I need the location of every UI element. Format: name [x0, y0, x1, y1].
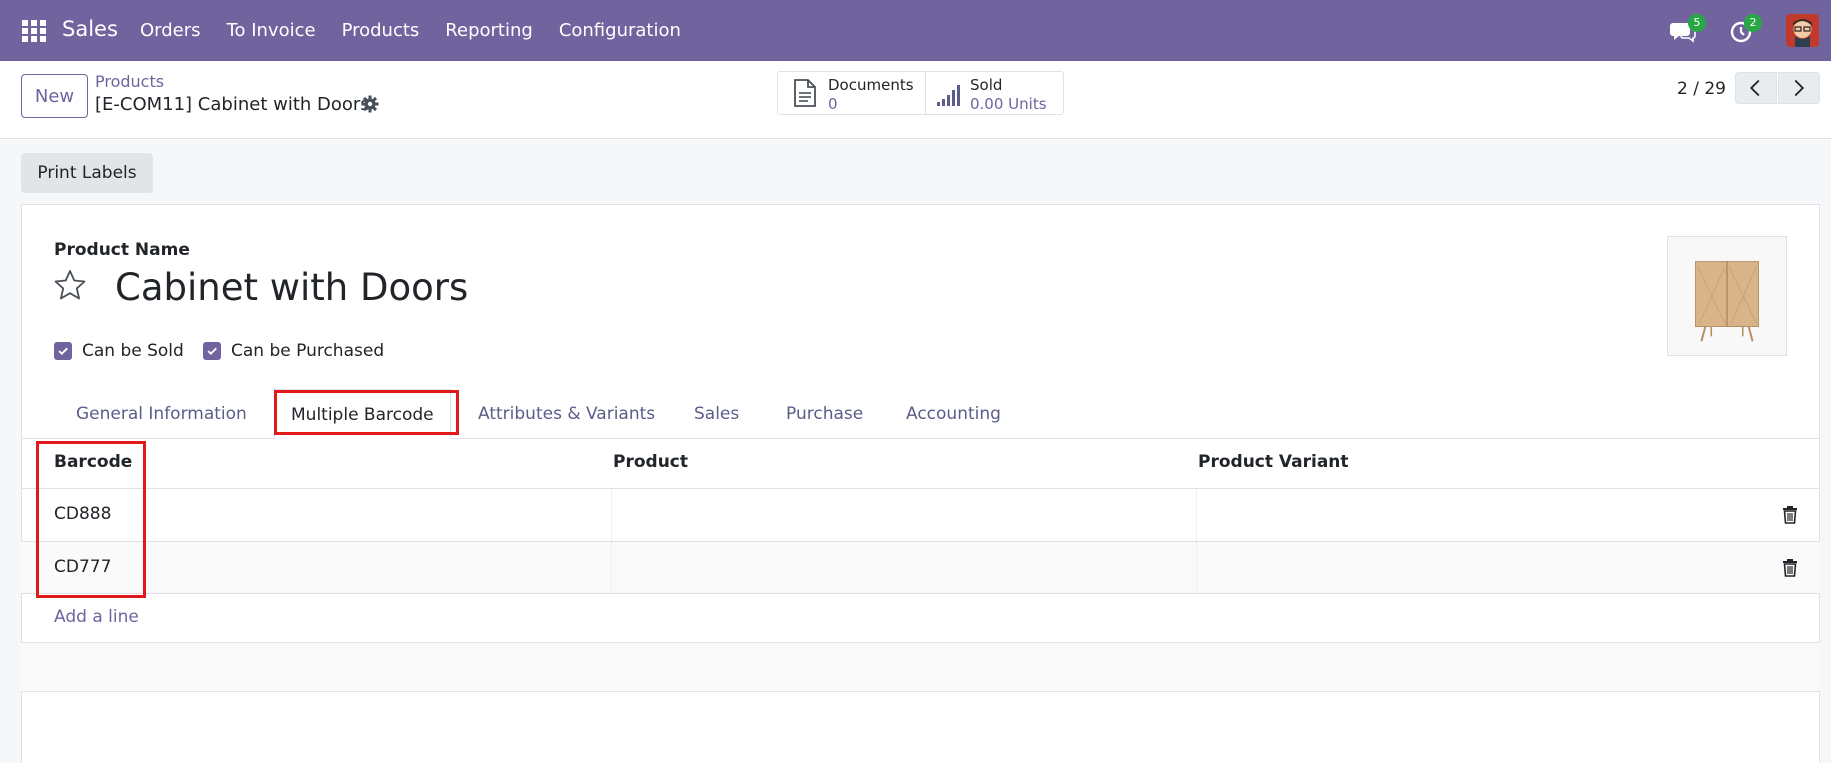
- column-divider: [611, 542, 612, 594]
- product-name-label: Product Name: [54, 240, 190, 260]
- column-header-product[interactable]: Product: [613, 452, 688, 472]
- pager-next-button[interactable]: [1778, 72, 1820, 104]
- pager-value[interactable]: 2 / 29: [1677, 79, 1726, 99]
- product-name-field[interactable]: Cabinet with Doors: [115, 266, 468, 309]
- trash-icon[interactable]: [1782, 506, 1798, 524]
- chevron-left-icon: [1749, 79, 1760, 97]
- documents-button[interactable]: Documents 0: [778, 72, 925, 114]
- activity-badge: 2: [1744, 14, 1762, 32]
- sold-value: 0.00 Units: [970, 95, 1047, 113]
- documents-label: Documents: [828, 76, 914, 94]
- column-divider: [611, 489, 612, 541]
- barcode-cell[interactable]: CD888: [54, 504, 111, 524]
- main-menu: Orders To Invoice Products Reporting Con…: [140, 20, 707, 41]
- documents-count: 0: [828, 95, 838, 113]
- column-divider: [1196, 489, 1197, 541]
- menu-products[interactable]: Products: [342, 20, 420, 41]
- tab-general-information[interactable]: General Information: [60, 389, 263, 439]
- apps-grid-icon[interactable]: [22, 20, 46, 42]
- breadcrumb[interactable]: Products: [95, 72, 164, 91]
- tab-attributes-variants[interactable]: Attributes & Variants: [462, 389, 671, 439]
- can-be-purchased-checkbox[interactable]: Can be Purchased: [203, 341, 384, 361]
- star-icon[interactable]: [52, 268, 88, 304]
- record-title: [E-COM11] Cabinet with Doors: [95, 94, 370, 115]
- column-divider: [1196, 542, 1197, 594]
- top-navbar: Sales Orders To Invoice Products Reporti…: [0, 0, 1831, 61]
- sold-label: Sold: [970, 76, 1003, 94]
- sold-button[interactable]: Sold 0.00 Units: [925, 72, 1063, 114]
- bar-chart-icon: [937, 85, 960, 106]
- add-line-link[interactable]: Add a line: [54, 607, 139, 627]
- table-header: Barcode Product Product Variant: [21, 440, 1820, 486]
- avatar[interactable]: [1786, 14, 1819, 47]
- app-name[interactable]: Sales: [62, 17, 118, 41]
- new-button[interactable]: New: [21, 74, 88, 118]
- smart-buttons: Documents 0 Sold 0.00 Units: [777, 71, 1064, 115]
- pager-previous-button[interactable]: [1735, 72, 1777, 104]
- tab-sales[interactable]: Sales: [678, 389, 755, 439]
- barcode-cell[interactable]: CD777: [54, 557, 111, 577]
- table-row[interactable]: CD777: [21, 541, 1820, 594]
- checkbox-checked[interactable]: [54, 342, 72, 360]
- menu-reporting[interactable]: Reporting: [445, 20, 533, 41]
- add-line-row: Add a line: [21, 593, 1820, 643]
- checkmark-icon: [207, 347, 217, 356]
- column-header-product-variant[interactable]: Product Variant: [1198, 452, 1349, 472]
- product-image[interactable]: [1667, 236, 1787, 356]
- table-row[interactable]: CD888: [21, 488, 1820, 541]
- column-header-barcode[interactable]: Barcode: [54, 452, 132, 472]
- checkmark-icon: [58, 347, 68, 356]
- can-be-purchased-label: Can be Purchased: [231, 341, 385, 361]
- print-labels-button[interactable]: Print Labels: [21, 153, 153, 193]
- menu-orders[interactable]: Orders: [140, 20, 201, 41]
- checkbox-checked[interactable]: [203, 342, 221, 360]
- tab-accounting[interactable]: Accounting: [890, 389, 1017, 439]
- can-be-sold-label: Can be Sold: [82, 341, 184, 361]
- tab-purchase[interactable]: Purchase: [770, 389, 879, 439]
- tab-multiple-barcode[interactable]: Multiple Barcode: [274, 389, 451, 439]
- empty-table-row: [21, 642, 1820, 692]
- menu-configuration[interactable]: Configuration: [559, 20, 681, 41]
- chevron-right-icon: [1794, 79, 1805, 97]
- menu-to-invoice[interactable]: To Invoice: [227, 20, 316, 41]
- chat-badge: 5: [1688, 14, 1706, 32]
- document-icon: [794, 79, 816, 107]
- notebook-tabs: General Information Multiple Barcode Att…: [21, 389, 1820, 439]
- can-be-sold-checkbox[interactable]: Can be Sold: [54, 341, 184, 361]
- control-panel: New Products [E-COM11] Cabinet with Door…: [0, 61, 1831, 139]
- trash-icon[interactable]: [1782, 559, 1798, 577]
- gear-icon[interactable]: [361, 95, 379, 113]
